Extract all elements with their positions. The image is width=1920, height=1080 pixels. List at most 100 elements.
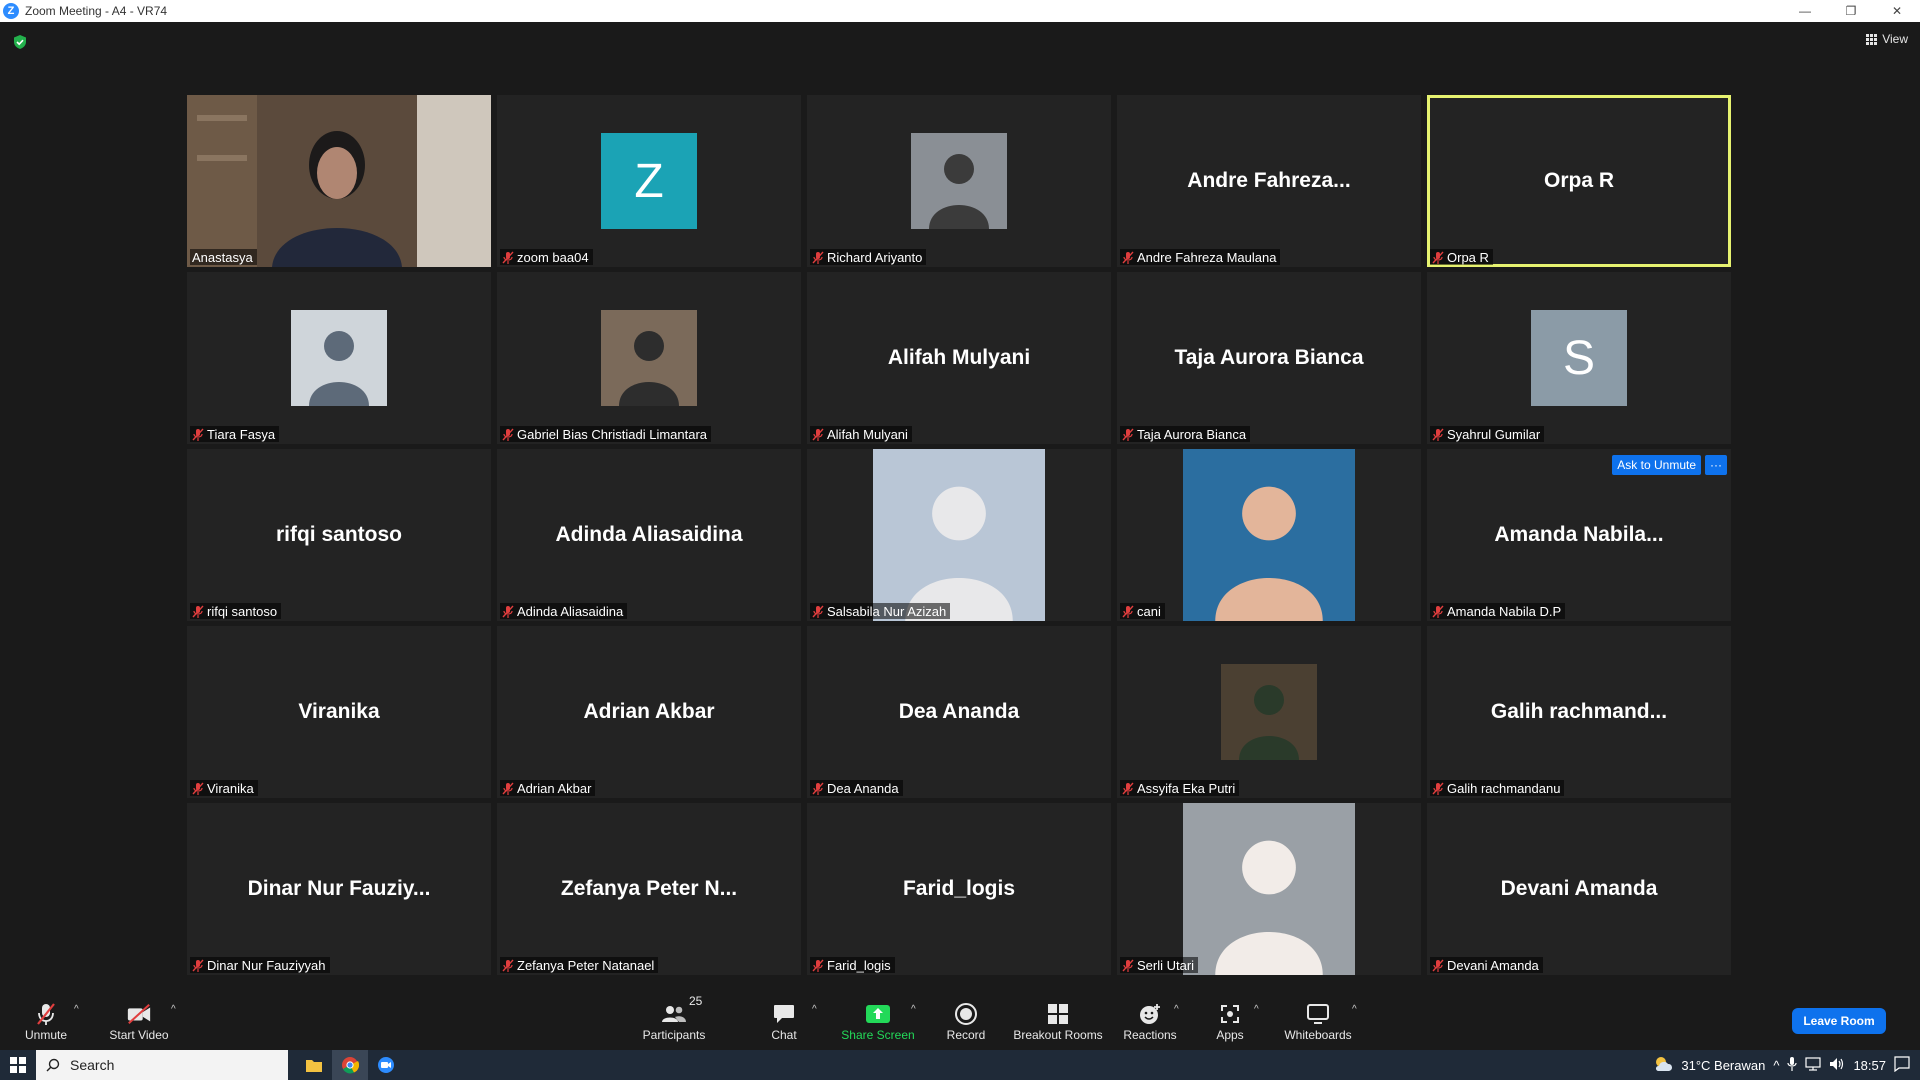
microphone-muted-icon — [33, 1002, 59, 1026]
audio-options-caret-icon[interactable]: ^ — [74, 1004, 79, 1015]
participant-tile[interactable]: Serli Utari — [1117, 803, 1421, 975]
avatar: S — [1531, 310, 1627, 406]
file-explorer-icon[interactable] — [296, 1050, 332, 1080]
grid-view-icon — [1866, 33, 1878, 45]
participant-tile[interactable]: Amanda Nabila... Ask to Unmute ··· Amanda N… — [1427, 449, 1731, 621]
mic-muted-icon — [812, 251, 824, 264]
participant-tile[interactable]: Adinda Aliasaidina Adinda Aliasaidina — [497, 449, 801, 621]
zoom-taskbar-icon[interactable] — [368, 1050, 404, 1080]
participant-tile[interactable]: Dinar Nur Fauziy... Dinar Nur Fauziyyah — [187, 803, 491, 975]
restore-button[interactable]: ❐ — [1828, 0, 1874, 22]
participant-name-tag: Adrian Akbar — [500, 780, 596, 796]
participant-tile[interactable]: Farid_logis Farid_logis — [807, 803, 1111, 975]
share-options-caret-icon[interactable]: ^ — [911, 1004, 916, 1015]
participant-name: Orpa R — [1447, 249, 1489, 265]
participant-tile[interactable]: Zefanya Peter N... Zefanya Peter Natanael — [497, 803, 801, 975]
whiteboards-options-caret-icon[interactable]: ^ — [1352, 1004, 1357, 1015]
participant-tile[interactable]: Tiara Fasya — [187, 272, 491, 444]
apps-button[interactable]: Apps — [1210, 990, 1250, 1050]
tile-more-options-button[interactable]: ··· — [1705, 455, 1727, 475]
participant-tile[interactable]: Anastasya — [187, 95, 491, 267]
avatar: Z — [601, 133, 697, 229]
participant-name: Serli Utari — [1137, 957, 1195, 973]
start-video-button[interactable]: Start Video — [104, 990, 174, 1050]
leave-room-button[interactable]: Leave Room — [1792, 1008, 1886, 1034]
participant-name: Alifah Mulyani — [827, 426, 908, 442]
chat-options-caret-icon[interactable]: ^ — [812, 1004, 817, 1015]
clock[interactable]: 18:57 — [1853, 1058, 1886, 1073]
participant-tile[interactable]: Orpa R Orpa R — [1427, 95, 1731, 267]
view-button[interactable]: View — [1866, 32, 1908, 46]
share-screen-icon — [865, 1002, 891, 1026]
participant-name: Devani Amanda — [1447, 957, 1539, 973]
volume-icon[interactable] — [1829, 1057, 1845, 1074]
participant-tile[interactable]: Viranika Viranika — [187, 626, 491, 798]
notification-icon[interactable] — [1894, 1055, 1910, 1075]
record-label: Record — [946, 1028, 986, 1042]
chat-button[interactable]: Chat — [764, 990, 804, 1050]
participant-name-tag: Anastasya — [190, 249, 257, 265]
network-icon[interactable] — [1805, 1056, 1822, 1074]
participant-tile[interactable]: Dea Ananda Dea Ananda — [807, 626, 1111, 798]
participant-tile[interactable]: Zzoom baa04 — [497, 95, 801, 267]
show-hidden-icons-caret-icon[interactable]: ^ — [1773, 1058, 1779, 1073]
unmute-button[interactable]: Unmute — [18, 990, 74, 1050]
view-label: View — [1882, 32, 1908, 46]
mic-muted-icon — [812, 605, 824, 618]
whiteboards-button[interactable]: Whiteboards — [1280, 990, 1356, 1050]
participant-tile[interactable]: Taja Aurora Bianca Taja Aurora Bianca — [1117, 272, 1421, 444]
participant-name-tag: Dea Ananda — [810, 780, 903, 796]
record-button[interactable]: Record — [940, 990, 992, 1050]
encryption-shield-icon[interactable] — [12, 34, 28, 50]
participant-name: Anastasya — [192, 249, 253, 265]
participants-icon — [661, 1002, 687, 1026]
mic-muted-icon — [192, 428, 204, 441]
close-button[interactable]: ✕ — [1874, 0, 1920, 22]
apps-options-caret-icon[interactable]: ^ — [1254, 1004, 1259, 1015]
participant-display-name: Adinda Aliasaidina — [555, 523, 743, 546]
participant-tile[interactable]: Alifah Mulyani Alifah Mulyani — [807, 272, 1111, 444]
ask-to-unmute-button[interactable]: Ask to Unmute — [1612, 455, 1701, 475]
participant-tile[interactable]: Assyifa Eka Putri — [1117, 626, 1421, 798]
profile-photo — [1183, 803, 1355, 975]
mic-muted-icon — [1432, 605, 1444, 618]
video-options-caret-icon[interactable]: ^ — [171, 1004, 176, 1015]
mic-muted-icon — [812, 959, 824, 972]
share-screen-button[interactable]: Share Screen — [838, 990, 918, 1050]
windows-start-icon[interactable] — [0, 1050, 36, 1080]
participant-display-name: Dea Ananda — [898, 700, 1020, 723]
reactions-smiley-icon — [1137, 1002, 1163, 1026]
participant-tile[interactable]: cani — [1117, 449, 1421, 621]
minimize-button[interactable]: — — [1782, 0, 1828, 22]
participant-tile[interactable]: Galih rachmand... Galih rachmandanu — [1427, 626, 1731, 798]
participant-name: Dea Ananda — [827, 780, 899, 796]
participant-grid: Anastasya Zzoom baa04 Richard Ariyanto Andr… — [187, 95, 1737, 975]
participant-name-tag: Gabriel Bias Christiadi Limantara — [500, 426, 712, 442]
participant-display-name: Viranika — [298, 700, 380, 723]
chat-label: Chat — [771, 1028, 797, 1042]
participant-tile[interactable]: Gabriel Bias Christiadi Limantara — [497, 272, 801, 444]
participant-display-name: Zefanya Peter N... — [560, 877, 738, 900]
participant-tile[interactable]: Andre Fahreza... Andre Fahreza Maulana — [1117, 95, 1421, 267]
participant-tile[interactable]: Adrian Akbar Adrian Akbar — [497, 626, 801, 798]
whiteboard-icon — [1305, 1002, 1331, 1026]
participant-name: rifqi santoso — [207, 603, 278, 619]
participant-tile[interactable]: Richard Ariyanto — [807, 95, 1111, 267]
mic-muted-icon — [502, 251, 514, 264]
microphone-tray-icon[interactable] — [1787, 1056, 1798, 1074]
weather-text[interactable]: 31°C Berawan — [1681, 1058, 1765, 1073]
mic-muted-icon — [192, 605, 204, 618]
reactions-button[interactable]: Reactions — [1122, 990, 1178, 1050]
participant-tile[interactable]: Salsabila Nur Azizah — [807, 449, 1111, 621]
participant-display-name: Alifah Mulyani — [887, 346, 1031, 369]
participant-display-name: Galih rachmand... — [1490, 700, 1668, 723]
taskbar-search-input[interactable]: Search — [36, 1050, 288, 1080]
participant-name: Syahrul Gumilar — [1447, 426, 1541, 442]
participant-tile[interactable]: S Syahrul Gumilar — [1427, 272, 1731, 444]
participant-tile[interactable]: rifqi santoso rifqi santoso — [187, 449, 491, 621]
reactions-options-caret-icon[interactable]: ^ — [1174, 1004, 1179, 1015]
chrome-icon[interactable] — [332, 1050, 368, 1080]
system-tray: 31°C Berawan ^ 18:57 — [1653, 1050, 1920, 1080]
breakout-rooms-button[interactable]: Breakout Rooms — [1012, 990, 1104, 1050]
participant-tile[interactable]: Devani Amanda Devani Amanda — [1427, 803, 1731, 975]
